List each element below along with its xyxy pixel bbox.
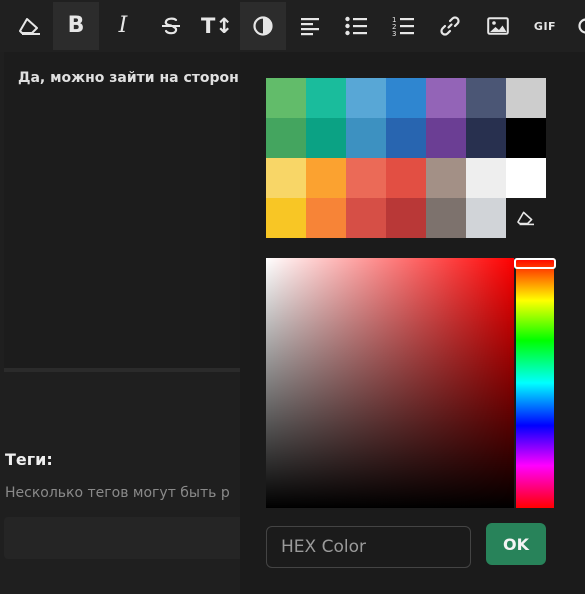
strikethrough-button[interactable] <box>148 2 194 50</box>
bold-button[interactable]: B <box>53 2 99 50</box>
color-swatch[interactable] <box>266 78 306 118</box>
more-button[interactable] <box>566 2 585 50</box>
color-swatch[interactable] <box>426 198 466 238</box>
color-swatch[interactable] <box>386 118 426 158</box>
bold-icon: B <box>67 13 85 38</box>
link-button[interactable] <box>427 2 473 50</box>
color-swatch[interactable] <box>506 158 546 198</box>
hex-color-input[interactable] <box>266 526 471 568</box>
color-swatch[interactable] <box>466 118 506 158</box>
image-button[interactable] <box>475 2 521 50</box>
color-swatch[interactable] <box>306 118 346 158</box>
editor-text: Да, можно зайти на сторон <box>18 70 239 86</box>
color-swatch[interactable] <box>466 78 506 118</box>
color-swatch[interactable] <box>386 198 426 238</box>
color-swatch[interactable] <box>346 78 386 118</box>
align-button[interactable] <box>287 2 333 50</box>
color-swatch[interactable] <box>346 118 386 158</box>
color-picker-popup: OK <box>240 52 585 594</box>
color-swatch[interactable] <box>266 198 306 238</box>
clear-color-button[interactable] <box>506 198 546 238</box>
color-swatch[interactable] <box>346 158 386 198</box>
color-swatch[interactable] <box>306 198 346 238</box>
italic-icon: I <box>118 13 128 38</box>
link-icon <box>440 16 460 36</box>
color-swatch[interactable] <box>466 198 506 238</box>
gif-icon: GIF <box>533 19 557 33</box>
italic-button[interactable]: I <box>100 2 146 50</box>
eraser-icon <box>19 18 40 35</box>
color-swatch[interactable] <box>466 158 506 198</box>
color-swatch[interactable] <box>426 78 466 118</box>
editor-resize-handle[interactable] <box>4 368 240 372</box>
svg-text:3: 3 <box>392 30 396 37</box>
contrast-icon <box>253 16 273 36</box>
color-swatch[interactable] <box>426 158 466 198</box>
hue-slider[interactable] <box>516 258 554 508</box>
strikethrough-icon <box>162 17 180 35</box>
ok-button[interactable]: OK <box>486 523 546 565</box>
bullet-list-icon <box>345 16 367 36</box>
saturation-value-area[interactable] <box>266 258 514 508</box>
more-icon <box>578 18 585 34</box>
eraser-button[interactable] <box>7 2 53 50</box>
numbered-list-icon: 1 2 3 <box>392 16 414 37</box>
tags-input[interactable] <box>4 517 240 559</box>
color-swatch[interactable] <box>506 118 546 158</box>
color-swatch[interactable] <box>386 158 426 198</box>
editor-area[interactable]: Да, можно зайти на сторон <box>4 52 240 368</box>
color-swatch[interactable] <box>306 78 346 118</box>
text-size-button[interactable]: T↕ <box>194 2 240 50</box>
text-size-icon: T↕ <box>201 13 233 38</box>
formatting-toolbar: B I T↕ 1 2 3 GIF <box>0 0 585 52</box>
bullet-list-button[interactable] <box>333 2 379 50</box>
tags-heading: Теги: <box>5 450 53 469</box>
color-button[interactable] <box>240 2 286 50</box>
gif-button[interactable]: GIF <box>522 2 568 50</box>
hue-slider-handle[interactable] <box>514 258 556 269</box>
align-left-icon <box>301 18 319 36</box>
numbered-list-button[interactable]: 1 2 3 <box>380 2 426 50</box>
color-swatch[interactable] <box>266 118 306 158</box>
eraser-icon <box>517 211 534 226</box>
color-swatch[interactable] <box>266 158 306 198</box>
color-swatch[interactable] <box>506 78 546 118</box>
color-swatch-grid <box>266 78 546 238</box>
color-swatch[interactable] <box>386 78 426 118</box>
color-swatch[interactable] <box>426 118 466 158</box>
image-icon <box>487 17 509 35</box>
color-swatch[interactable] <box>346 198 386 238</box>
tags-hint: Несколько тегов могут быть р <box>5 485 230 501</box>
color-swatch[interactable] <box>306 158 346 198</box>
